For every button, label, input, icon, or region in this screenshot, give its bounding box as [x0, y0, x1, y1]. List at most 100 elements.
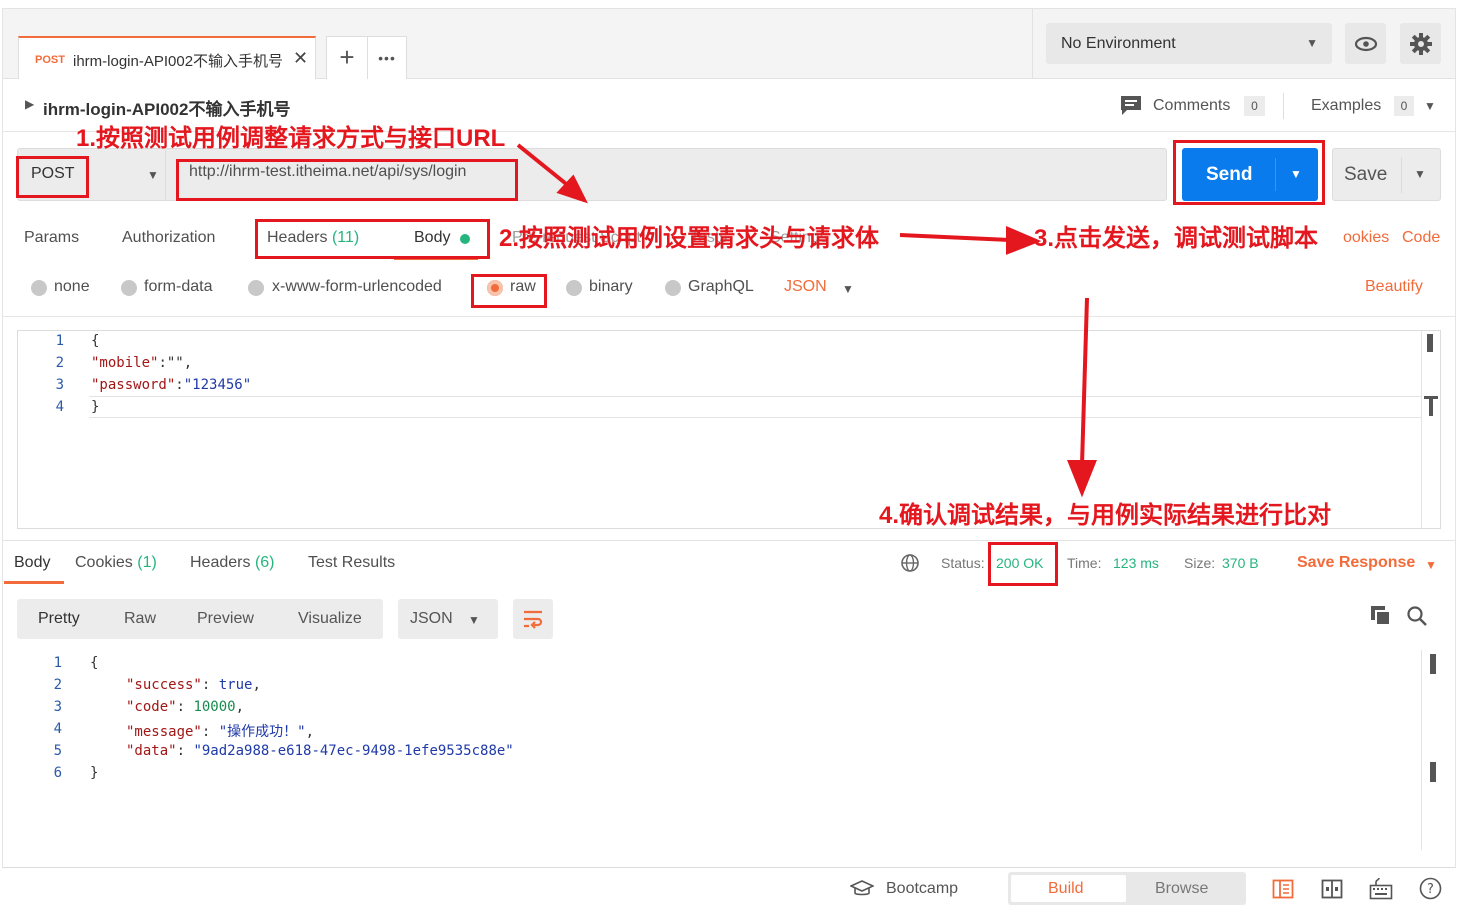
save-response-button[interactable]: Save Response	[1297, 554, 1415, 572]
response-tab-cookies[interactable]: Cookies (1)	[75, 554, 157, 572]
code-line: }	[90, 765, 99, 781]
response-tab-test-results[interactable]: Test Results	[308, 554, 395, 572]
chevron-down-icon[interactable]: ▼	[1414, 167, 1426, 181]
annotation-step-4: 4.确认调试结果，与用例实际结果进行比对	[879, 502, 1332, 529]
build-mode-button[interactable]: Build	[1011, 875, 1126, 902]
search-icon[interactable]	[1406, 605, 1428, 627]
bootcamp-link[interactable]: Bootcamp	[886, 880, 958, 898]
two-pane-view-icon[interactable]	[1272, 878, 1294, 900]
layout-toggle-icon[interactable]	[1321, 878, 1343, 900]
line-number: 4	[55, 399, 64, 415]
code-line: "data": "9ad2a988-e618-47ec-9498-1efe953…	[126, 743, 514, 759]
response-format-select[interactable]: JSON ▼	[398, 599, 498, 639]
save-label: Save	[1344, 164, 1388, 185]
settings-button[interactable]	[1400, 23, 1441, 64]
code-line: "code": 10000,	[126, 699, 245, 715]
highlight-box-url	[176, 159, 518, 201]
radio-form-data-label: form-data	[144, 278, 213, 295]
highlight-box-headers-body	[255, 219, 490, 259]
body-format-select[interactable]: JSON	[784, 278, 827, 296]
beautify-link[interactable]: Beautify	[1365, 278, 1423, 296]
line-number: 5	[53, 743, 62, 759]
code-line: {	[91, 333, 100, 349]
examples-label[interactable]: Examples	[1311, 97, 1381, 115]
scrollbar-thumb[interactable]	[1427, 334, 1433, 352]
radio-urlencoded[interactable]	[248, 280, 264, 296]
code-link[interactable]: Code	[1402, 229, 1440, 247]
eye-icon	[1354, 36, 1377, 52]
browse-mode-button[interactable]: Browse	[1155, 880, 1208, 898]
chevron-down-icon[interactable]: ▼	[1425, 558, 1437, 572]
chevron-down-icon[interactable]: ▼	[842, 282, 854, 296]
chevron-down-icon: ▼	[468, 613, 480, 627]
chevron-down-icon[interactable]: ▼	[1424, 99, 1436, 113]
view-preview[interactable]: Preview	[197, 610, 254, 628]
code-line: "mobile":"",	[91, 355, 193, 371]
size-label: Size:	[1184, 555, 1216, 571]
globe-icon[interactable]	[900, 553, 920, 573]
wrap-lines-icon	[524, 610, 543, 629]
annotation-step-3: 3.点击发送，调试测试脚本	[1034, 225, 1319, 252]
divider	[3, 316, 1455, 317]
view-raw[interactable]: Raw	[124, 610, 156, 628]
environment-select[interactable]: No Environment ▼	[1046, 23, 1332, 64]
comments-count-badge: 0	[1244, 96, 1265, 116]
resize-handle-icon	[1429, 396, 1433, 416]
tab-params[interactable]: Params	[24, 229, 79, 247]
response-format-value: JSON	[410, 610, 453, 627]
request-tab[interactable]: POST ihrm-login-API002不输入手机号 ✕	[18, 36, 316, 79]
scrollbar-track[interactable]	[1421, 331, 1422, 528]
divider	[1401, 157, 1402, 193]
line-number: 4	[53, 721, 62, 737]
chevron-down-icon: ▼	[1306, 36, 1318, 50]
code-line: {	[90, 655, 99, 671]
chevron-down-icon[interactable]: ▼	[147, 168, 159, 182]
cookies-link[interactable]: ookies	[1343, 229, 1389, 247]
line-number: 6	[53, 765, 62, 781]
annotation-step-1: 1.按照测试用例调整请求方式与接口URL	[76, 125, 506, 152]
build-label: Build	[1048, 880, 1084, 897]
environment-quick-look-button[interactable]	[1345, 23, 1386, 64]
scrollbar-track[interactable]	[1421, 650, 1422, 850]
code-line: "password":"123456"	[91, 377, 252, 393]
response-tab-headers[interactable]: Headers (6)	[190, 554, 275, 572]
view-visualize[interactable]: Visualize	[298, 610, 362, 628]
radio-urlencoded-label: x-www-form-urlencoded	[272, 278, 442, 295]
response-tab-body[interactable]: Body	[14, 554, 50, 572]
wrap-lines-button[interactable]	[513, 599, 553, 639]
help-icon[interactable]: ?	[1419, 877, 1442, 900]
line-number: 1	[53, 655, 62, 671]
view-pretty[interactable]: Pretty	[38, 610, 80, 628]
tab-authorization[interactable]: Authorization	[122, 229, 215, 247]
new-tab-button[interactable]: +	[326, 36, 368, 79]
request-title[interactable]: ihrm-login-API002不输入手机号	[43, 95, 290, 120]
svg-text:?: ?	[1427, 882, 1434, 897]
divider	[1283, 93, 1284, 119]
time-value: 123 ms	[1113, 555, 1159, 571]
scrollbar-thumb[interactable]	[1430, 654, 1436, 674]
line-number: 3	[55, 377, 64, 393]
close-icon[interactable]: ✕	[293, 48, 308, 69]
radio-none[interactable]	[31, 280, 47, 296]
code-line: "message": "操作成功！",	[126, 724, 315, 740]
line-number: 1	[55, 333, 64, 349]
line-number: 2	[55, 355, 64, 371]
radio-binary[interactable]	[566, 280, 582, 296]
divider	[3, 540, 1455, 541]
scrollbar-thumb[interactable]	[1430, 762, 1436, 782]
code-line: "success": true,	[126, 677, 261, 693]
more-tabs-button[interactable]: •••	[367, 36, 407, 79]
keyboard-shortcuts-icon[interactable]	[1369, 876, 1393, 900]
comment-icon	[1121, 96, 1141, 115]
time-label: Time:	[1067, 555, 1102, 571]
gear-icon	[1409, 33, 1432, 55]
radio-graphql-label: GraphQL	[688, 278, 754, 295]
radio-form-data[interactable]	[121, 280, 137, 296]
collapse-triangle-icon[interactable]: ▶	[25, 97, 34, 111]
tab-method: POST	[35, 54, 65, 66]
save-button[interactable]: Save ▼	[1332, 148, 1441, 201]
radio-graphql[interactable]	[665, 280, 681, 296]
divider	[1032, 9, 1033, 79]
copy-icon[interactable]	[1370, 605, 1392, 627]
divider	[165, 150, 166, 200]
